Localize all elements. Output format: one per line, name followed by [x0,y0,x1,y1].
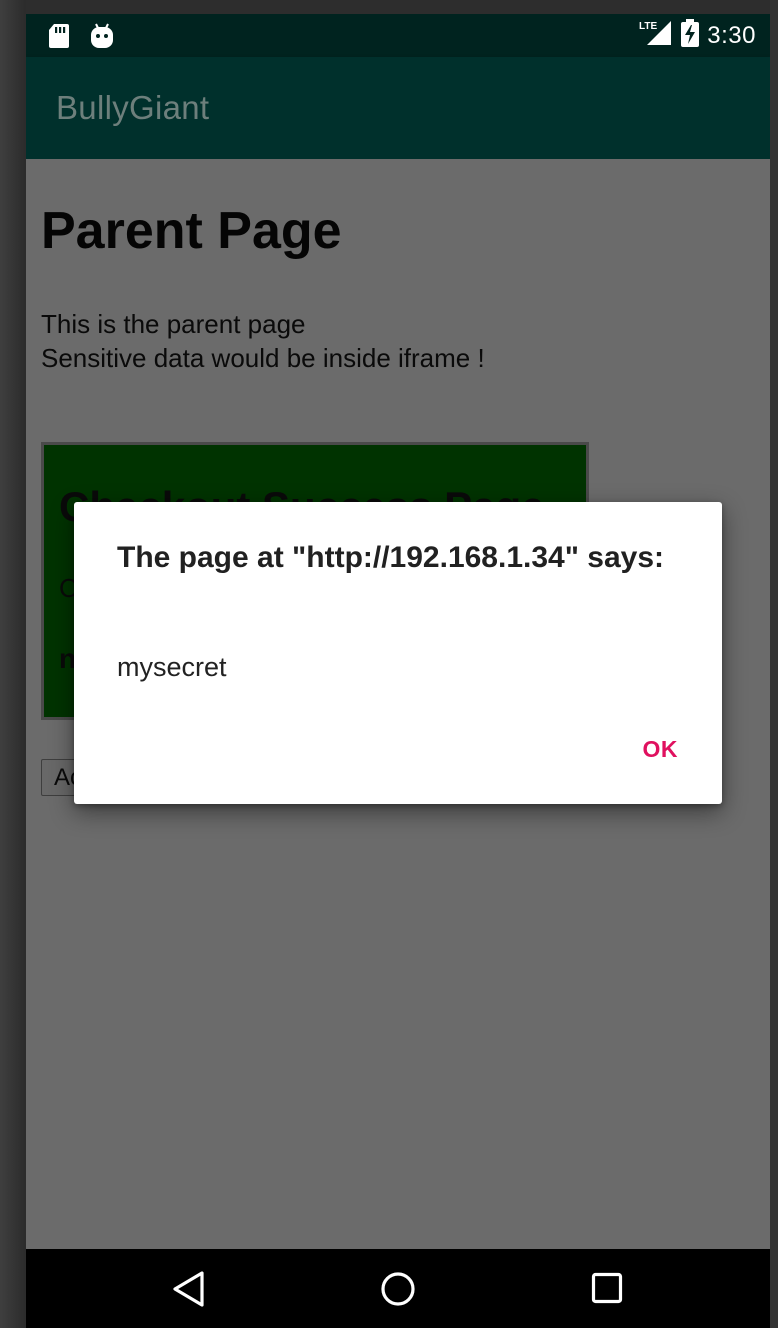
status-time: 3:30 [707,21,756,49]
dialog-message: mysecret [117,652,227,682]
device-frame: LTE 3:30 BullyGiant Parent Page This is … [0,0,778,1328]
navigation-bar [26,1249,770,1328]
dialog-title: The page at "http://192.168.1.34" says: [117,541,665,574]
page-heading: Parent Page [41,202,342,260]
back-icon[interactable] [172,1271,206,1312]
paragraph-line-1: This is the parent page [41,309,306,339]
page-paragraph: This is the parent page Sensitive data w… [41,307,485,375]
paragraph-line-2: Sensitive data would be inside iframe ! [41,343,485,373]
recents-icon[interactable] [591,1271,623,1310]
device-bezel-right [770,0,778,1328]
home-icon[interactable] [380,1271,416,1312]
device-bezel-top [0,0,778,14]
ok-button[interactable]: OK [643,736,679,763]
app-title: BullyGiant [56,89,210,126]
svg-text:LTE: LTE [639,21,657,32]
android-icon [90,23,114,54]
status-bar: LTE 3:30 [26,14,770,57]
status-icons-group: LTE 3:30 [639,14,756,57]
app-bar: BullyGiant [26,57,770,159]
lte-signal-icon: LTE [639,19,673,52]
alert-dialog: The page at "http://192.168.1.34" says: … [74,502,722,804]
screen: LTE 3:30 BullyGiant Parent Page This is … [26,14,770,1328]
sd-card-icon [48,23,70,54]
device-bezel-left [0,0,26,1328]
battery-charging-icon [681,19,700,52]
